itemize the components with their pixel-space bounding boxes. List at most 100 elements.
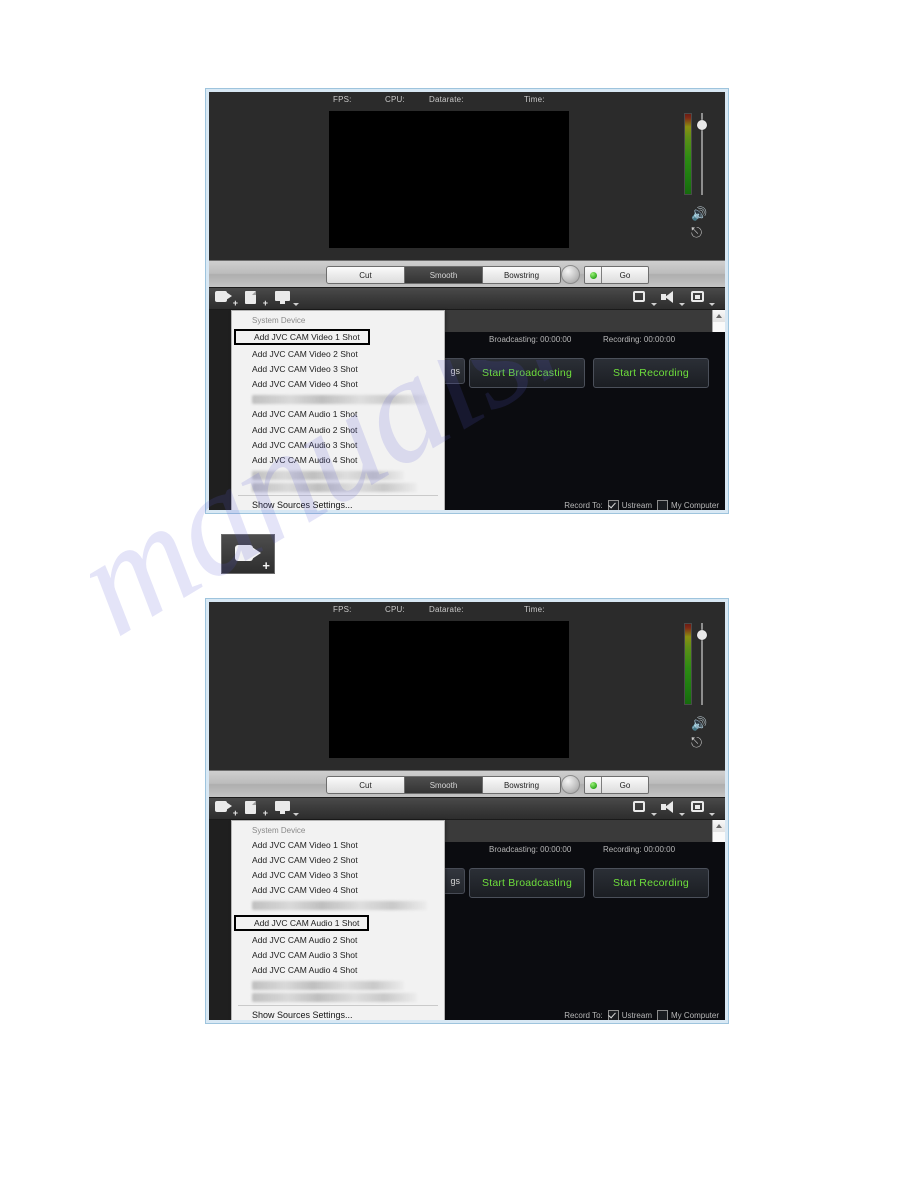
menu-item-show-sources-settings[interactable]: Show Sources Settings... [232, 498, 444, 511]
start-broadcasting-button[interactable]: Start Broadcasting [469, 358, 585, 388]
menu-item-redacted[interactable] [252, 394, 427, 404]
menu-item-add-jvc-cam-video-1-shot[interactable]: Add JVC CAM Video 1 Shot [232, 837, 444, 852]
my-computer-label: My Computer [670, 501, 719, 510]
add-camera-source-button[interactable]: + [215, 290, 241, 308]
chevron-down-icon [709, 303, 715, 306]
add-camera-source-button[interactable]: + [215, 800, 241, 818]
ustream-checkbox[interactable] [607, 500, 619, 510]
go-button[interactable]: Go [602, 777, 648, 793]
speaker-volume-icon[interactable]: 🔊 [691, 207, 707, 220]
menu-item-redacted[interactable] [252, 980, 404, 990]
record-to-ustream-option[interactable]: Ustream [607, 1010, 652, 1020]
pip-button[interactable] [691, 800, 717, 817]
menu-item-add-jvc-cam-video-3-shot[interactable]: Add JVC CAM Video 3 Shot [232, 867, 444, 882]
audio-meter-column: 🔊 ⎋ [681, 113, 715, 253]
scroll-up-button[interactable] [713, 310, 725, 322]
add-camera-source-button-callout[interactable]: + [221, 534, 275, 574]
camcorder-plus-icon [215, 291, 232, 302]
add-screen-source-button[interactable] [275, 290, 301, 307]
menu-item-add-jvc-cam-audio-2-shot[interactable]: Add JVC CAM Audio 2 Shot [232, 422, 444, 437]
status-bar: FPS: CPU: Datarate: Time: [209, 95, 725, 109]
menu-item-add-jvc-cam-audio-2-shot[interactable]: Add JVC CAM Audio 2 Shot [232, 932, 444, 947]
transition-speed-dial[interactable] [561, 265, 580, 284]
record-to-my-computer-option[interactable]: My Computer [656, 1010, 719, 1020]
menu-item-add-jvc-cam-video-2-shot[interactable]: Add JVC CAM Video 2 Shot [232, 852, 444, 867]
document-plus-icon [245, 291, 256, 304]
menu-item-add-jvc-cam-video-1-shot[interactable]: Add JVC CAM Video 1 Shot [234, 328, 370, 346]
menu-item-redacted[interactable] [252, 470, 404, 480]
vu-meter [684, 623, 692, 705]
transition-bowstring-button[interactable]: Bowstring [483, 267, 560, 283]
transition-bowstring-button[interactable]: Bowstring [483, 777, 560, 793]
monitor-icon [275, 291, 290, 304]
app-window-figure2: FPS: CPU: Datarate: Time: 🔊 ⎋ Cut Smooth… [205, 598, 729, 1024]
go-button-group[interactable]: Go [584, 776, 649, 794]
transition-cut-button[interactable]: Cut [327, 267, 405, 283]
transition-smooth-button[interactable]: Smooth [405, 777, 483, 793]
menu-divider [238, 1004, 438, 1006]
speaker-volume-icon[interactable]: 🔊 [691, 717, 707, 730]
sources-toolbar: + + [209, 287, 725, 310]
menu-item-redacted[interactable] [252, 482, 417, 492]
add-media-source-button[interactable]: + [245, 800, 271, 818]
transition-smooth-button[interactable]: Smooth [405, 267, 483, 283]
scroll-up-button[interactable] [713, 820, 725, 832]
vu-meter [684, 113, 692, 195]
menu-item-add-jvc-cam-audio-1-shot[interactable]: Add JVC CAM Audio 1 Shot [234, 914, 370, 931]
broadcasting-timer: Broadcasting: 00:00:00 [489, 845, 572, 854]
add-media-source-button[interactable]: + [245, 290, 271, 308]
lower-panel: Broadcasting: 00:00:00 Recording: 00:00:… [209, 820, 725, 1020]
preview-header-strip [445, 310, 725, 332]
lower-panel: Broadcasting: 00:00:00 Recording: 00:00:… [209, 310, 725, 510]
go-button-group[interactable]: Go [584, 266, 649, 284]
audio-button[interactable] [661, 290, 687, 307]
record-to-ustream-option[interactable]: Ustream [607, 500, 652, 510]
headphone-icon[interactable]: ⎋ [691, 225, 702, 239]
start-recording-button[interactable]: Start Recording [593, 358, 709, 388]
cpu-label: CPU: [385, 95, 405, 104]
layout-button[interactable] [633, 290, 659, 307]
record-to-my-computer-option[interactable]: My Computer [656, 500, 719, 510]
preview-stage: FPS: CPU: Datarate: Time: 🔊 ⎋ [209, 92, 725, 260]
square-icon [633, 291, 645, 302]
record-to-row: Record To: Ustream My Computer [564, 500, 719, 510]
menu-item-add-jvc-cam-audio-4-shot[interactable]: Add JVC CAM Audio 4 Shot [232, 962, 444, 977]
menu-item-add-jvc-cam-video-3-shot[interactable]: Add JVC CAM Video 3 Shot [232, 361, 444, 376]
headphone-icon[interactable]: ⎋ [691, 735, 702, 749]
menu-item-show-sources-settings[interactable]: Show Sources Settings... [232, 1008, 444, 1021]
menu-item-add-jvc-cam-video-4-shot[interactable]: Add JVC CAM Video 4 Shot [232, 883, 444, 898]
menu-item-redacted[interactable] [252, 992, 417, 1002]
plus-icon: + [262, 298, 268, 308]
chevron-down-icon [651, 813, 657, 816]
menu-item-redacted[interactable] [252, 900, 427, 910]
my-computer-checkbox[interactable] [656, 1010, 668, 1020]
my-computer-label: My Computer [670, 1011, 719, 1020]
menu-item-add-jvc-cam-video-4-shot[interactable]: Add JVC CAM Video 4 Shot [232, 377, 444, 392]
ustream-checkbox[interactable] [607, 1010, 619, 1020]
menu-item-add-jvc-cam-video-2-shot[interactable]: Add JVC CAM Video 2 Shot [232, 346, 444, 361]
volume-slider-knob[interactable] [697, 630, 707, 640]
menu-item-add-jvc-cam-audio-3-shot[interactable]: Add JVC CAM Audio 3 Shot [232, 437, 444, 452]
start-recording-button[interactable]: Start Recording [593, 868, 709, 898]
transition-speed-dial[interactable] [561, 775, 580, 794]
ustream-label: Ustream [621, 1011, 652, 1020]
add-screen-source-button[interactable] [275, 800, 301, 817]
chevron-down-icon [293, 303, 299, 306]
menu-item-add-jvc-cam-audio-3-shot[interactable]: Add JVC CAM Audio 3 Shot [232, 947, 444, 962]
datarate-label: Datarate: [429, 95, 464, 104]
layout-button[interactable] [633, 800, 659, 817]
my-computer-checkbox[interactable] [656, 500, 668, 510]
broadcast-panel: Broadcasting: 00:00:00 Recording: 00:00:… [407, 842, 725, 1020]
transition-cut-button[interactable]: Cut [327, 777, 405, 793]
broadcast-panel: Broadcasting: 00:00:00 Recording: 00:00:… [407, 332, 725, 510]
menu-item-add-jvc-cam-audio-4-shot[interactable]: Add JVC CAM Audio 4 Shot [232, 452, 444, 467]
audio-button[interactable] [661, 800, 687, 817]
start-broadcasting-button[interactable]: Start Broadcasting [469, 868, 585, 898]
preview-header-strip [445, 820, 725, 842]
menu-item-audio-1-wrapper: Add JVC CAM Audio 1 Shot [232, 913, 444, 932]
pip-button[interactable] [691, 290, 717, 307]
menu-item-add-jvc-cam-audio-1-shot[interactable]: Add JVC CAM Audio 1 Shot [232, 407, 444, 422]
chevron-down-icon [709, 813, 715, 816]
volume-slider-knob[interactable] [697, 120, 707, 130]
go-button[interactable]: Go [602, 267, 648, 283]
